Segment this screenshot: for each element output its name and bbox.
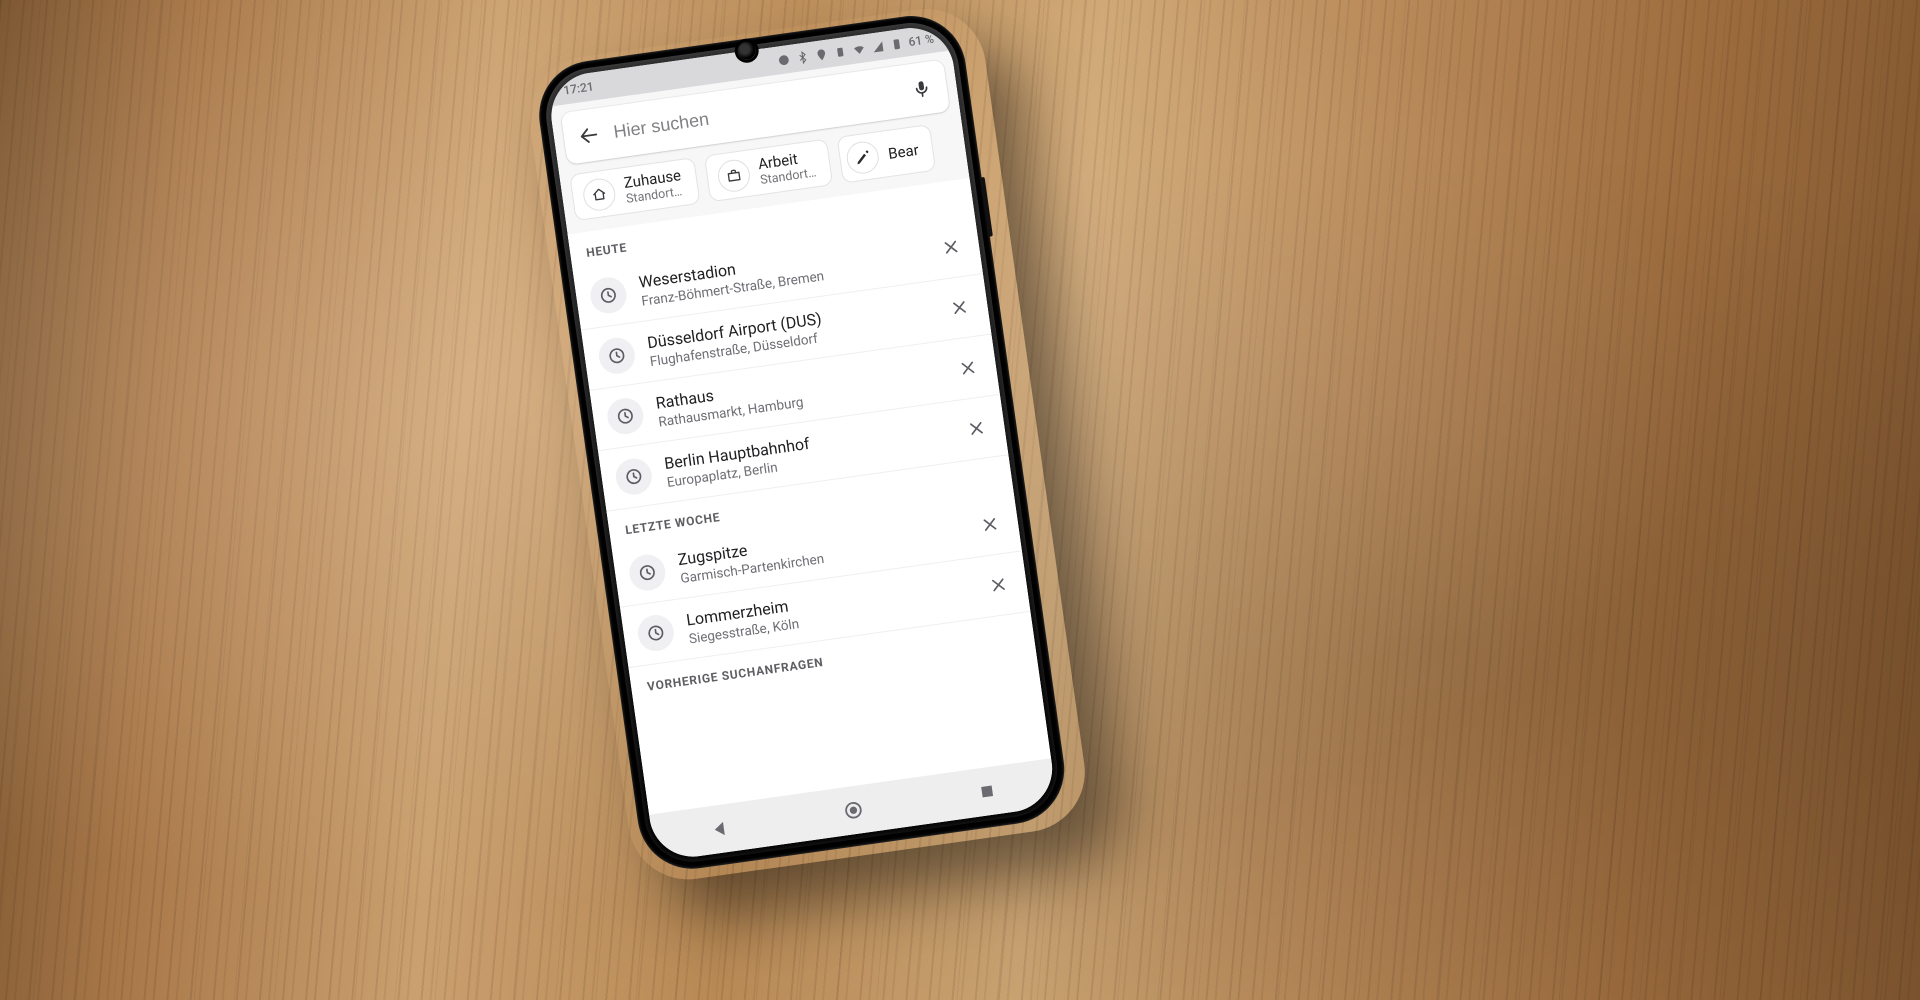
clock-icon [605, 396, 646, 437]
dnd-icon [776, 52, 791, 67]
nav-home-button[interactable] [838, 794, 870, 826]
clock-icon [614, 456, 655, 497]
location-icon [814, 47, 829, 62]
close-icon [979, 513, 1002, 536]
clock-icon [588, 275, 629, 316]
circle-home-icon [841, 798, 866, 823]
close-icon [940, 236, 963, 259]
delete-button[interactable] [954, 406, 999, 451]
status-time: 17:21 [562, 79, 594, 97]
nav-recents-button[interactable] [972, 776, 1004, 808]
microphone-icon [910, 77, 933, 100]
home-icon [581, 176, 617, 212]
delete-button[interactable] [967, 502, 1012, 547]
clock-icon [636, 613, 677, 654]
history-list[interactable]: Heute Weserstadion Franz-Böhmert-Straße,… [568, 178, 1052, 815]
delete-button[interactable] [945, 345, 990, 390]
back-button[interactable] [574, 121, 603, 150]
bluetooth-icon [795, 50, 810, 65]
arrow-left-icon [577, 123, 602, 148]
briefcase-icon [715, 157, 751, 193]
chip-edit-label: Bear [887, 140, 920, 162]
chip-home[interactable]: Zuhause Standort… [569, 157, 700, 221]
triangle-back-icon [708, 818, 731, 841]
square-recents-icon [977, 781, 997, 801]
nav-back-button[interactable] [704, 813, 736, 845]
close-icon [987, 574, 1010, 597]
chip-work[interactable]: Arbeit Standort… [703, 138, 833, 202]
chip-edit[interactable]: Bear [836, 124, 936, 184]
clock-icon [627, 552, 668, 593]
delete-button[interactable] [937, 285, 982, 330]
clock-icon [597, 335, 638, 376]
delete-button[interactable] [928, 225, 973, 270]
battery-icon [889, 37, 904, 52]
close-icon [957, 357, 980, 380]
voice-search-button[interactable] [907, 74, 936, 103]
close-icon [948, 296, 971, 319]
vibrate-icon [832, 44, 847, 59]
wifi-icon [851, 42, 866, 57]
pencil-icon [844, 139, 880, 175]
status-battery-text: 61 % [908, 32, 935, 49]
close-icon [965, 417, 988, 440]
wood-background: 17:21 61 % [0, 0, 1920, 1000]
signal-icon [870, 39, 885, 54]
delete-button[interactable] [976, 562, 1021, 607]
